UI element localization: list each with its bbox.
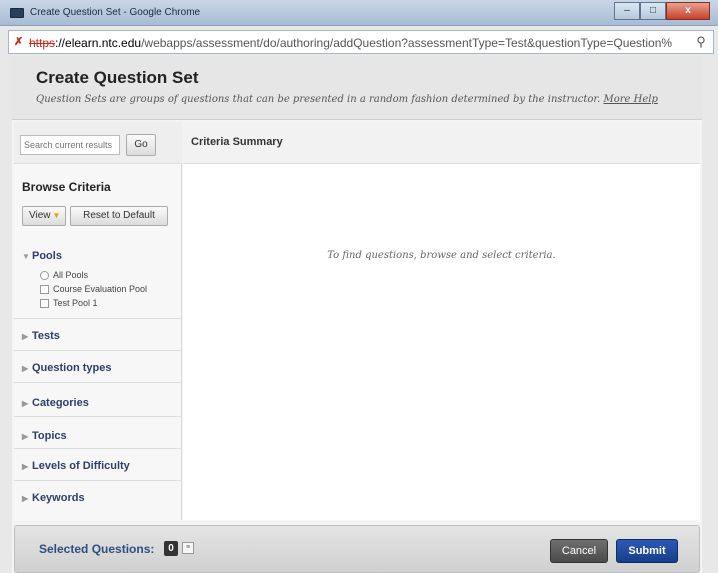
window-app-icon (10, 8, 24, 18)
pool-option-label: Test Pool 1 (53, 298, 98, 308)
divider (14, 416, 182, 417)
pool-option-test-pool-1[interactable]: Test Pool 1 (40, 298, 98, 308)
more-help-link[interactable]: More Help (603, 94, 657, 105)
tests-label: Tests (32, 330, 60, 342)
question-types-section-toggle[interactable]: ▶ Question types (22, 362, 111, 374)
pool-option-course-evaluation[interactable]: Course Evaluation Pool (40, 284, 147, 294)
keywords-section-toggle[interactable]: ▶ Keywords (22, 492, 85, 504)
collapsed-triangle-icon: ▶ (22, 332, 29, 341)
collapsed-triangle-icon: ▶ (22, 432, 29, 441)
collapsed-triangle-icon: ▶ (22, 399, 29, 408)
close-window-button[interactable]: x (666, 2, 710, 20)
radio-icon[interactable] (40, 270, 49, 280)
levels-section-toggle[interactable]: ▶ Levels of Difficulty (22, 460, 130, 472)
question-types-label: Question types (32, 362, 112, 374)
minimize-button[interactable]: – (614, 2, 640, 20)
browse-panel: Go Browse Criteria View▼ Reset to Defaul… (14, 122, 182, 520)
page-title: Create Question Set (36, 68, 199, 87)
search-row: Go (14, 122, 182, 164)
categories-section-toggle[interactable]: ▶ Categories (22, 397, 89, 409)
url-text[interactable]: https://elearn.ntc.edu/webapps/assessmen… (29, 36, 689, 50)
address-bar[interactable]: ✗ https://elearn.ntc.edu/webapps/assessm… (8, 30, 714, 54)
tests-section-toggle[interactable]: ▶ Tests (22, 330, 60, 342)
checkbox-icon[interactable] (40, 284, 49, 294)
cancel-button[interactable]: Cancel (550, 539, 608, 563)
criteria-summary-panel: Criteria Summary To find questions, brow… (183, 122, 700, 520)
collapsed-triangle-icon: ▶ (22, 462, 29, 471)
browse-criteria-title: Browse Criteria (22, 180, 111, 194)
search-input[interactable] (20, 135, 120, 155)
divider (14, 382, 182, 383)
page-description: Question Sets are groups of questions th… (36, 94, 658, 105)
empty-state-message: To find questions, browse and select cri… (327, 250, 556, 261)
maximize-button[interactable]: □ (640, 2, 666, 20)
criteria-summary-header: Criteria Summary (183, 122, 700, 164)
window-controls: – □ x (614, 2, 710, 20)
expanded-triangle-icon: ▼ (22, 252, 30, 261)
magnifier-icon[interactable]: ⚲ (693, 34, 709, 50)
pool-option-label: Course Evaluation Pool (53, 284, 148, 294)
description-text: Question Sets are groups of questions th… (36, 94, 601, 105)
checkbox-icon[interactable] (40, 298, 49, 308)
create-question-set-page: Create Question Set Question Sets are gr… (12, 56, 702, 573)
view-label: View (29, 210, 51, 221)
view-dropdown-button[interactable]: View ▼ (22, 206, 66, 226)
criteria-summary-title: Criteria Summary (191, 136, 283, 148)
levels-label: Levels of Difficulty (32, 460, 130, 472)
selected-questions-label: Selected Questions: (39, 542, 155, 556)
url-host: ://elearn.ntc.edu (55, 36, 142, 50)
topics-section-toggle[interactable]: ▶ Topics (22, 430, 67, 442)
topics-label: Topics (32, 430, 67, 442)
chevron-down-icon: ▼ (52, 211, 61, 220)
action-footer: Selected Questions: 0 ≡ Cancel Submit (14, 525, 700, 573)
collapsed-triangle-icon: ▶ (22, 494, 29, 503)
url-scheme: https (29, 36, 56, 50)
pool-option-all[interactable]: All Pools (40, 270, 88, 280)
divider (14, 448, 182, 449)
keywords-label: Keywords (32, 492, 85, 504)
page-header: Create Question Set Question Sets are gr… (12, 56, 702, 120)
go-button[interactable]: Go (126, 134, 156, 156)
selected-count-badge: 0 (164, 541, 178, 556)
pools-label: Pools (32, 250, 62, 262)
submit-button[interactable]: Submit (616, 539, 678, 563)
categories-label: Categories (32, 397, 89, 409)
divider (14, 318, 182, 319)
insecure-x-icon: ✗ (14, 36, 24, 48)
divider (14, 480, 182, 481)
collapsed-triangle-icon: ▶ (22, 364, 29, 373)
window-title: Create Question Set - Google Chrome (30, 7, 201, 18)
url-path: /webapps/assessment/do/authoring/addQues… (141, 36, 673, 50)
window-title-bar: Create Question Set - Google Chrome – □ … (0, 0, 718, 26)
reset-to-default-button[interactable]: Reset to Default (70, 206, 168, 226)
selected-list-icon[interactable]: ≡ (182, 542, 194, 554)
pools-section-toggle[interactable]: ▼ Pools (22, 250, 62, 262)
pool-option-label: All Pools (53, 270, 89, 280)
divider (14, 350, 182, 351)
